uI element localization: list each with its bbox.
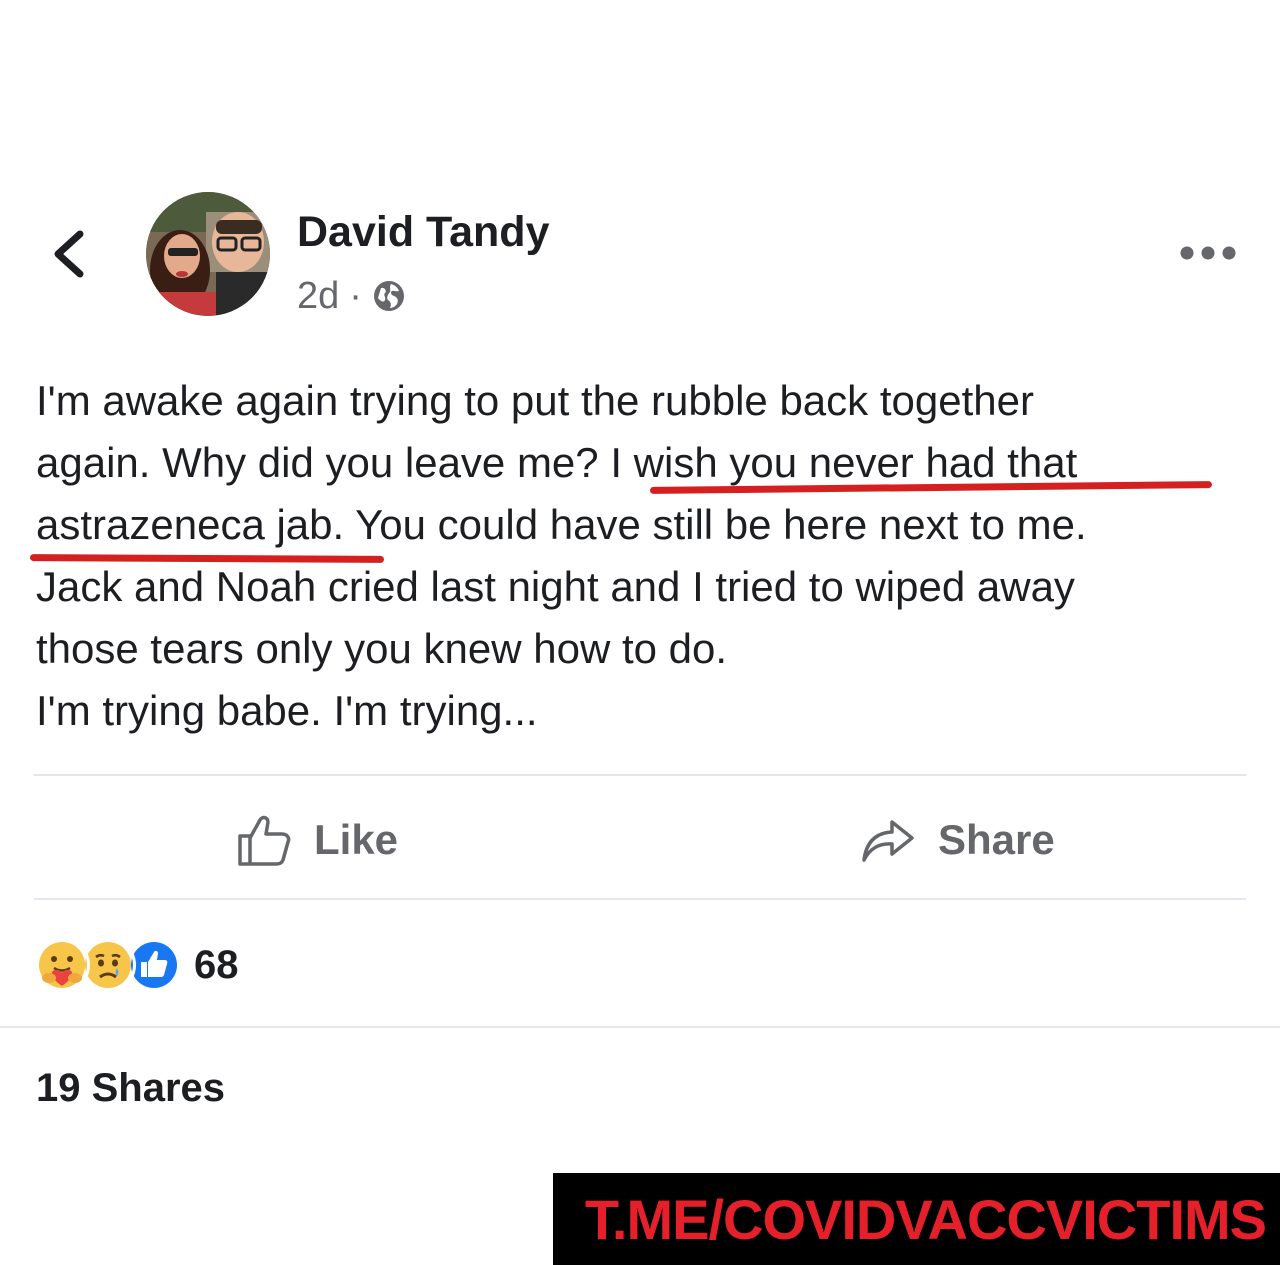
post-body-line: Jack and Noah cried last night and I tri…	[36, 563, 1075, 610]
watermark-text: T.ME/COVIDVACCVICTIMS	[584, 1187, 1267, 1251]
post-body-line: astrazeneca jab. You could have still be…	[36, 501, 1087, 548]
author-name[interactable]: David Tandy	[297, 208, 549, 257]
shares-count[interactable]: 19 Shares	[36, 1066, 225, 1111]
share-button[interactable]: Share	[860, 800, 1055, 880]
post-body-line: those tears only you knew how to do.	[36, 625, 728, 672]
watermark-banner: T.ME/COVIDVACCVICTIMS	[553, 1173, 1280, 1265]
post-time[interactable]: 2d	[297, 275, 339, 318]
share-arrow-icon	[862, 820, 914, 862]
post-body-line: I'm trying babe. I'm trying...	[36, 687, 538, 734]
profile-photo	[146, 192, 270, 316]
avatar[interactable]	[146, 192, 270, 316]
chevron-left-icon	[54, 230, 84, 278]
post-body-line: I'm awake again trying to put the rubble…	[36, 377, 1034, 424]
meta-separator: ·	[349, 274, 362, 317]
more-options-button[interactable]	[1178, 236, 1238, 270]
divider-top	[34, 774, 1246, 776]
globe-icon	[373, 281, 404, 311]
back-button[interactable]	[44, 224, 94, 284]
share-label: Share	[938, 816, 1055, 863]
thumbs-up-icon	[238, 815, 291, 866]
like-label: Like	[314, 816, 399, 863]
ellipsis-icon	[1180, 246, 1236, 260]
like-button[interactable]: Like	[236, 800, 398, 880]
divider-bottom	[34, 898, 1246, 900]
care-icon	[34, 937, 90, 993]
reaction-count: 68	[194, 942, 239, 987]
divider-full	[0, 1026, 1280, 1028]
post-meta: 2d ·	[297, 274, 406, 318]
reaction-summary[interactable]: 68	[34, 937, 239, 993]
